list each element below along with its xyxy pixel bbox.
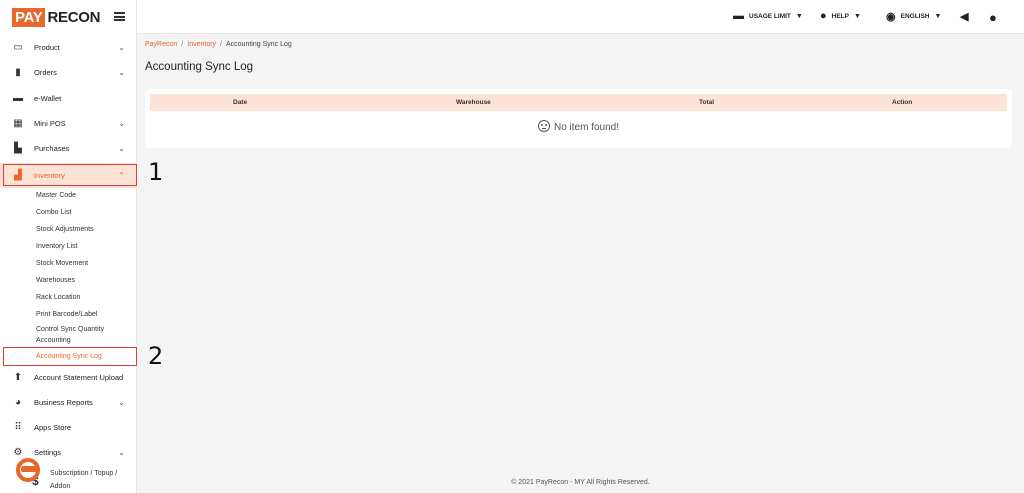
topbar: ▬ USAGE LIMIT ▼ ● HELP ▼ ◉ ENGLISH ▼ ◀ ● [137, 0, 1024, 34]
submenu-master-code[interactable]: Master Code [36, 192, 76, 199]
sidebar-item-label: Purchases [34, 144, 70, 153]
sidebar-item-label: Mini POS [34, 119, 66, 128]
sidebar-item-subscription-line2[interactable]: Addon [50, 483, 70, 490]
submenu-control-sync-quantity[interactable]: Control Sync Quantity [36, 326, 104, 333]
inbox-icon: ▭ [13, 42, 23, 53]
sidebar-item-purchases[interactable]: ▙ Purchases ⌄ [0, 136, 137, 161]
breadcrumb-payrecon[interactable]: PayRecon [145, 41, 177, 48]
chat-widget-icon[interactable] [12, 456, 44, 484]
table-header: Date Warehouse Total Action [150, 94, 1007, 111]
logo-pay: PAY [12, 7, 46, 27]
grid-icon: ⠿ [14, 422, 22, 433]
server-icon: ▬ [733, 10, 744, 22]
neutral-face-icon [537, 120, 550, 132]
sidebar-item-label: Business Reports [34, 398, 93, 407]
dolly-icon: ▙ [14, 143, 22, 154]
logo-recon: RECON [47, 8, 101, 26]
wallet-icon: ▬ [13, 93, 23, 104]
annotation-box-1 [3, 164, 137, 186]
sidebar-item-product[interactable]: ▭ Product ⌄ [0, 35, 137, 60]
sidebar-item-account-statement-upload[interactable]: ⬆ Account Statement Upload [0, 365, 137, 390]
sidebar-item-mini-pos[interactable]: ▦ Mini POS ⌄ [0, 111, 137, 136]
language-label: ENGLISH [900, 13, 930, 20]
sidebar-item-subscription[interactable]: Subscription / Topup / [50, 470, 117, 477]
sidebar: PAY RECON ▭ Product ⌄ ▮ Orders ⌄ ▬ e-Wal… [0, 0, 137, 493]
column-action[interactable]: Action [892, 99, 912, 106]
help-dropdown[interactable]: ● HELP ▼ [820, 10, 861, 22]
clipboard-icon: ▮ [15, 67, 21, 78]
upload-icon: ⬆ [13, 372, 23, 383]
caret-down-icon: ▼ [854, 12, 861, 20]
submenu-print-barcode[interactable]: Print Barcode/Label [36, 311, 97, 318]
breadcrumb-current: Accounting Sync Log [226, 41, 292, 48]
logo[interactable]: PAY RECON [12, 7, 101, 27]
empty-state-text: No item found! [553, 122, 620, 133]
breadcrumb-separator: / [220, 41, 222, 48]
footer: © 2021 PayRecon - MY All Rights Reserved… [511, 479, 650, 486]
breadcrumb-separator: / [181, 41, 184, 48]
question-circle-icon: ● [820, 10, 827, 22]
submenu-stock-movement[interactable]: Stock Movement [36, 260, 88, 267]
announcement-button[interactable]: ◀ [960, 10, 973, 23]
submenu-inventory-list[interactable]: Inventory List [36, 243, 78, 250]
user-profile-button[interactable]: ● [989, 10, 1002, 25]
annotation-step-2: 2 [148, 342, 164, 370]
submenu-rack-location[interactable]: Rack Location [36, 294, 80, 301]
breadcrumb-inventory[interactable]: Inventory [187, 41, 216, 48]
usage-limit-dropdown[interactable]: ▬ USAGE LIMIT ▼ [733, 10, 803, 22]
menu-toggle-icon[interactable] [114, 12, 125, 21]
user-circle-icon: ● [989, 10, 997, 25]
sync-log-table: Date Warehouse Total Action No item foun… [145, 89, 1012, 148]
usage-limit-label: USAGE LIMIT [749, 12, 791, 20]
caret-down-icon: ▼ [934, 13, 942, 20]
chevron-down-icon: ⌄ [118, 398, 125, 407]
sidebar-item-label: e-Wallet [34, 94, 62, 103]
sidebar-item-label: Account Statement Upload [34, 373, 124, 382]
column-warehouse[interactable]: Warehouse [456, 99, 491, 106]
page-title: Accounting Sync Log [145, 61, 254, 73]
submenu-combo-list[interactable]: Combo List [36, 209, 71, 216]
sidebar-item-apps-store[interactable]: ⠿ Apps Store [0, 415, 137, 440]
sidebar-item-label: Apps Store [34, 423, 72, 432]
submenu-control-sync-quantity-line2[interactable]: Accounting [36, 337, 71, 344]
annotation-step-1: 1 [148, 158, 164, 186]
megaphone-icon: ◀ [960, 11, 969, 23]
caret-down-icon: ▼ [795, 12, 803, 20]
submenu-stock-adjustments[interactable]: Stock Adjustments [36, 226, 94, 233]
annotation-box-2 [3, 347, 137, 366]
sidebar-item-orders[interactable]: ▮ Orders ⌄ [0, 60, 137, 85]
breadcrumb: PayRecon / Inventory / Accounting Sync Log [145, 41, 292, 48]
globe-icon: ◉ [886, 11, 896, 23]
empty-state: No item found! [145, 120, 1012, 133]
sidebar-item-label: Product [34, 43, 60, 52]
chevron-down-icon: ⌄ [118, 43, 125, 52]
column-total[interactable]: Total [699, 99, 714, 106]
sidebar-item-label: Orders [34, 68, 57, 77]
sidebar-item-business-reports[interactable]: ◕ Business Reports ⌄ [0, 390, 137, 415]
submenu-warehouses[interactable]: Warehouses [36, 277, 75, 284]
column-date[interactable]: Date [233, 99, 247, 106]
chevron-down-icon: ⌄ [118, 448, 125, 457]
cash-register-icon: ▦ [13, 118, 23, 129]
pie-chart-icon: ◕ [14, 397, 22, 408]
language-dropdown[interactable]: ◉ ENGLISH ▼ [886, 10, 941, 23]
chevron-down-icon: ⌄ [118, 144, 125, 153]
sidebar-item-ewallet[interactable]: ▬ e-Wallet [0, 86, 137, 111]
chevron-down-icon: ⌄ [118, 119, 125, 128]
help-label: HELP [831, 12, 849, 20]
chevron-down-icon: ⌄ [118, 68, 125, 77]
